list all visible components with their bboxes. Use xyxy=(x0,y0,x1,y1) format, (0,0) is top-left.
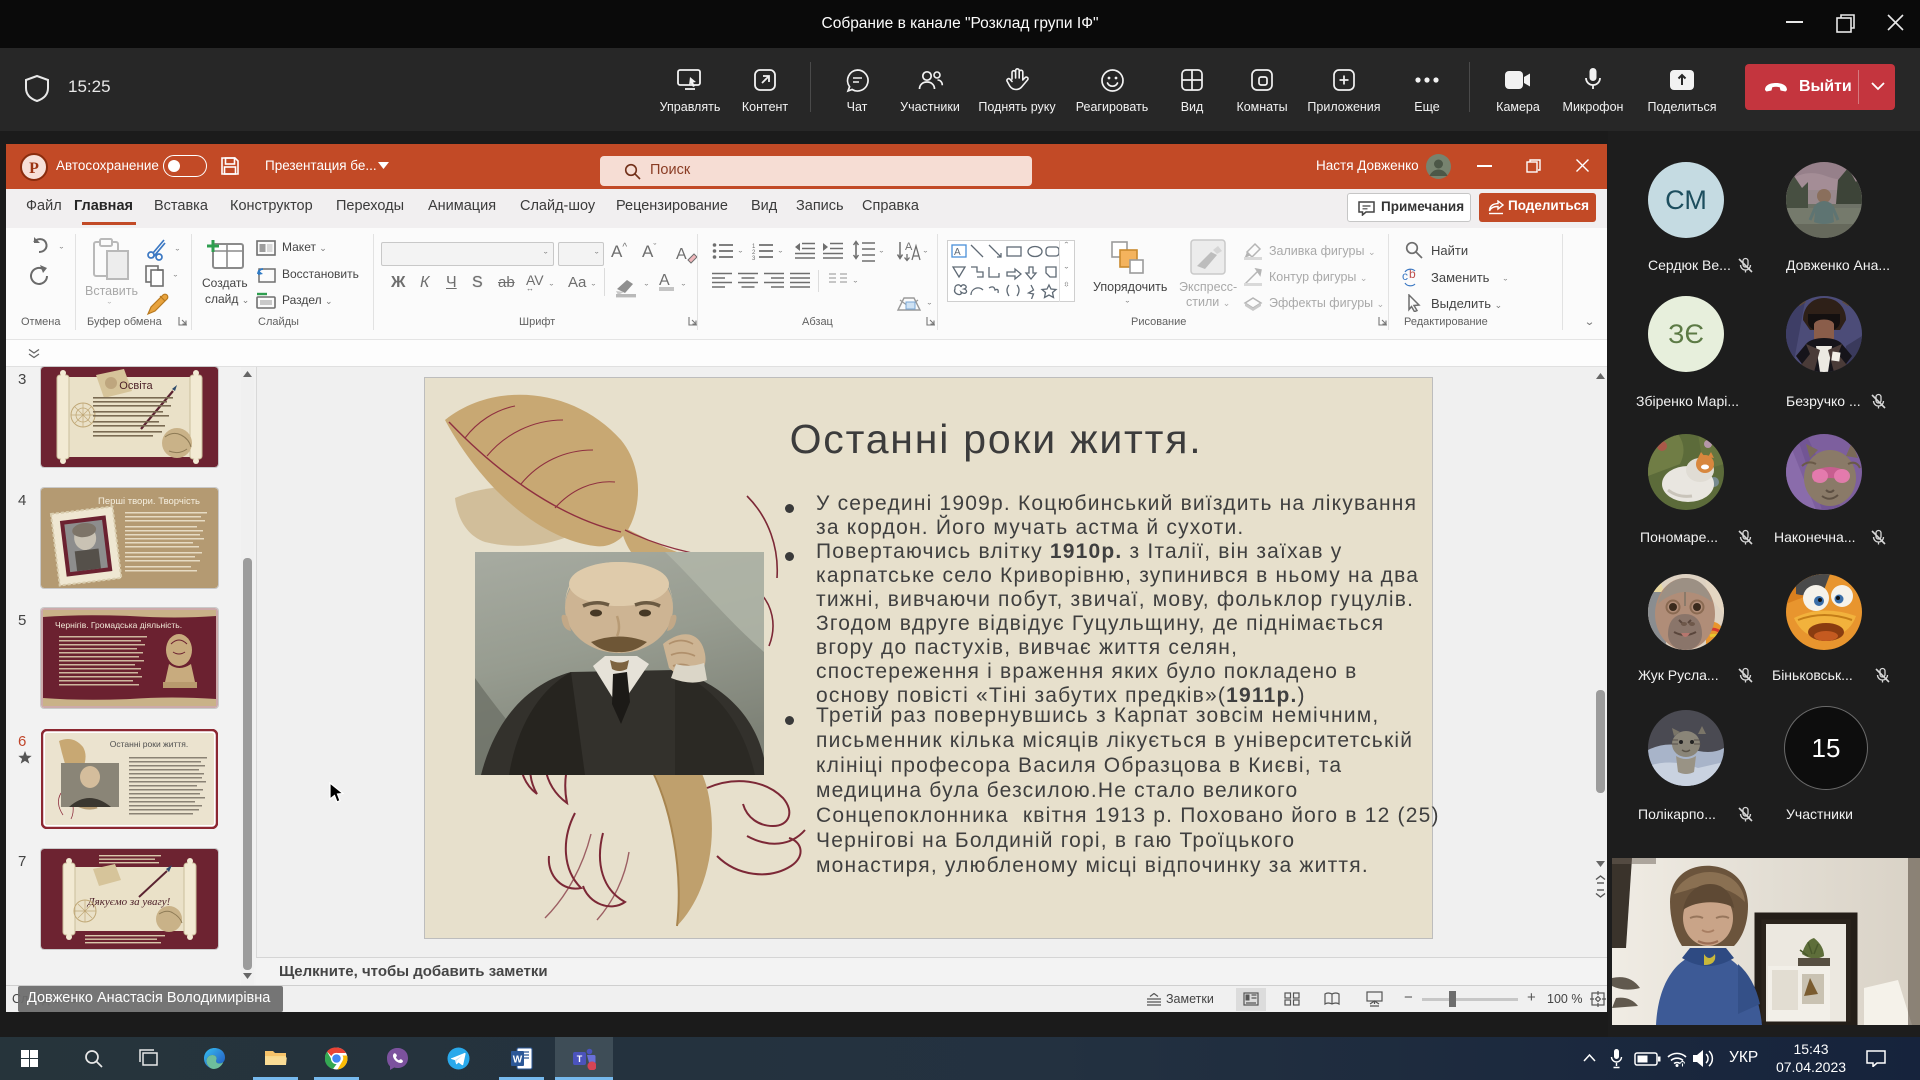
svg-text:Перші твори. Творчість: Перші твори. Творчість xyxy=(98,496,200,507)
svg-text:W: W xyxy=(513,1055,523,1066)
svg-text:P: P xyxy=(29,160,39,177)
svg-text:А: А xyxy=(905,241,913,253)
svg-text:Останні роки життя.: Останні роки життя. xyxy=(110,739,189,749)
svg-text:Чернігів. Громадська діяльніст: Чернігів. Громадська діяльність. xyxy=(55,620,182,630)
svg-text:Освіта: Освіта xyxy=(119,380,153,392)
svg-text:А: А xyxy=(676,246,687,263)
svg-text:3: 3 xyxy=(752,256,756,260)
svg-text:T: T xyxy=(577,1054,583,1064)
svg-text:А: А xyxy=(954,247,961,258)
svg-text:Дякуємо за увагу!: Дякуємо за увагу! xyxy=(87,896,171,908)
